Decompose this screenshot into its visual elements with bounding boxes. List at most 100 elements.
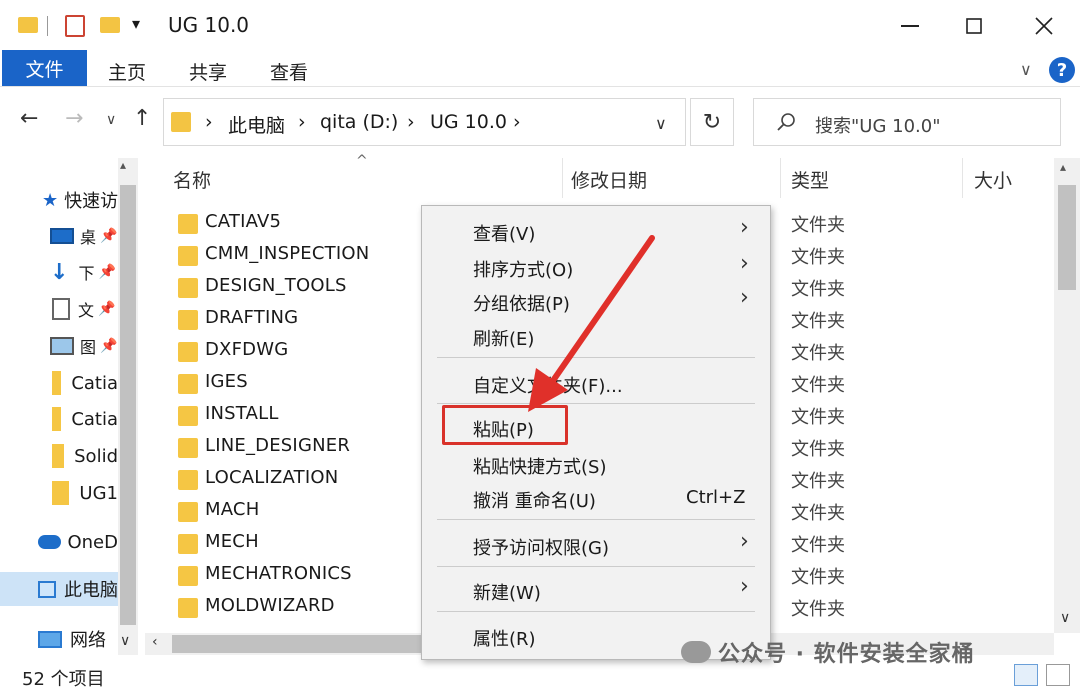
scroll-left-icon[interactable]: ‹: [152, 634, 158, 650]
breadcrumb-drive[interactable]: qita (D:): [320, 111, 398, 133]
new-folder-icon[interactable]: [100, 17, 120, 33]
menu-item-give-access[interactable]: 授予访问权限(G): [473, 534, 609, 560]
tab-file[interactable]: 文件: [2, 50, 87, 86]
ribbon-divider: [0, 86, 1080, 87]
folder-icon: [178, 278, 198, 298]
recent-locations-icon[interactable]: ∨: [106, 112, 116, 128]
chevron-down-icon[interactable]: ∨: [655, 114, 667, 133]
help-icon[interactable]: ?: [1049, 57, 1075, 83]
folder-icon[interactable]: [18, 17, 38, 33]
folder-icon: [52, 444, 65, 468]
close-button[interactable]: [1014, 8, 1074, 44]
back-button[interactable]: ←: [20, 106, 38, 131]
folder-icon: [52, 481, 70, 505]
download-icon: ↓: [50, 259, 69, 285]
column-header-name[interactable]: 名称: [173, 166, 211, 193]
sidebar-item-network[interactable]: 网络: [0, 622, 118, 656]
folder-icon: [178, 534, 198, 554]
chevron-right-icon: ›: [740, 251, 749, 276]
chevron-right-icon: ›: [513, 111, 521, 133]
column-header-type[interactable]: 类型: [791, 166, 829, 193]
menu-item-paste-shortcut[interactable]: 粘贴快捷方式(S): [473, 453, 606, 479]
up-button[interactable]: ↑: [133, 106, 151, 131]
sidebar-item-folder[interactable]: UG1: [0, 476, 118, 510]
column-header-modified[interactable]: 修改日期: [571, 166, 647, 193]
tab-view[interactable]: 查看: [270, 58, 308, 85]
chevron-right-icon: ›: [407, 111, 415, 133]
folder-icon: [178, 438, 198, 458]
search-icon: [777, 113, 795, 131]
sidebar-item-folder[interactable]: Catia: [0, 366, 118, 400]
breadcrumb-this-pc[interactable]: 此电脑: [228, 111, 285, 138]
sidebar-item-pictures[interactable]: 图 📌: [0, 329, 118, 363]
folder-icon: [178, 598, 198, 618]
sidebar-item-desktop[interactable]: 桌 📌: [0, 219, 118, 253]
chevron-right-icon: ›: [298, 111, 306, 133]
column-header-size[interactable]: 大小: [974, 166, 1012, 193]
network-icon: [38, 630, 62, 648]
scroll-down-icon[interactable]: ∨: [120, 633, 130, 649]
horizontal-scroll-thumb[interactable]: [172, 635, 432, 653]
chevron-right-icon: ›: [205, 111, 213, 133]
tab-home[interactable]: 主页: [108, 58, 146, 85]
annotation-arrow: [528, 235, 655, 412]
desktop-icon: [50, 228, 74, 244]
cloud-icon: [38, 535, 62, 549]
tab-share[interactable]: 共享: [189, 58, 227, 85]
quick-access-dropdown-icon[interactable]: ▾: [132, 14, 140, 33]
minimize-button[interactable]: [880, 8, 940, 44]
folder-icon: [178, 502, 198, 522]
forward-button[interactable]: →: [65, 106, 83, 131]
sidebar-item-downloads[interactable]: ↓ 下 📌: [0, 255, 118, 289]
chevron-right-icon: ›: [740, 574, 749, 599]
folder-icon: [178, 310, 198, 330]
folder-icon: [178, 246, 198, 266]
folder-icon: [178, 470, 198, 490]
properties-icon[interactable]: [65, 15, 85, 37]
menu-item-properties[interactable]: 属性(R): [473, 625, 536, 651]
menu-item-new[interactable]: 新建(W): [473, 579, 541, 605]
sidebar-item-this-pc[interactable]: 此电脑: [0, 572, 118, 606]
sidebar-item-onedrive[interactable]: OneD: [0, 525, 118, 559]
pin-icon: 📌: [100, 228, 118, 244]
divider: [47, 16, 48, 36]
window-title: UG 10.0: [168, 13, 250, 37]
details-view-icon[interactable]: [1014, 664, 1038, 686]
sidebar-scroll-thumb[interactable]: [120, 185, 136, 625]
folder-icon: [178, 374, 198, 394]
search-placeholder: 搜索"UG 10.0": [815, 116, 941, 137]
sidebar-item-folder[interactable]: Catia: [0, 402, 118, 436]
column-divider[interactable]: [562, 158, 563, 198]
refresh-button[interactable]: ↻: [690, 98, 734, 146]
menu-separator: [437, 566, 755, 567]
sort-ascending-icon: ^: [356, 153, 368, 169]
large-icons-view-icon[interactable]: [1046, 664, 1070, 686]
folder-icon: [178, 406, 198, 426]
sidebar-item-folder[interactable]: Solid: [0, 439, 118, 473]
folder-icon: [178, 214, 198, 234]
pin-icon: 📌: [98, 264, 116, 280]
scroll-up-icon[interactable]: ▴: [120, 158, 126, 172]
sidebar-item-quick-access[interactable]: ★ 快速访: [0, 183, 118, 217]
folder-icon: [52, 407, 62, 431]
scroll-up-icon[interactable]: ▴: [1060, 160, 1066, 174]
document-icon: [52, 298, 70, 320]
star-icon: ★: [42, 189, 59, 211]
vertical-scroll-thumb[interactable]: [1058, 185, 1076, 290]
breadcrumb-folder[interactable]: UG 10.0: [430, 111, 507, 133]
maximize-button[interactable]: [944, 8, 1004, 44]
column-divider[interactable]: [780, 158, 781, 198]
minimize-icon: [901, 25, 919, 27]
sidebar-item-documents[interactable]: 文 📌: [0, 292, 118, 326]
column-divider[interactable]: [962, 158, 963, 198]
scroll-down-icon[interactable]: ∨: [1060, 610, 1070, 626]
folder-icon: [52, 371, 62, 395]
pin-icon: 📌: [98, 301, 116, 317]
menu-item-undo-rename[interactable]: 撤消 重命名(U): [473, 487, 596, 513]
chevron-right-icon: ›: [740, 215, 749, 240]
watermark-text: 公众号 · 软件安装全家桶: [718, 642, 975, 667]
pin-icon: 📌: [100, 338, 118, 354]
menu-separator: [437, 519, 755, 520]
expand-ribbon-icon[interactable]: ∨: [1020, 60, 1032, 79]
chevron-right-icon: ›: [740, 285, 749, 310]
